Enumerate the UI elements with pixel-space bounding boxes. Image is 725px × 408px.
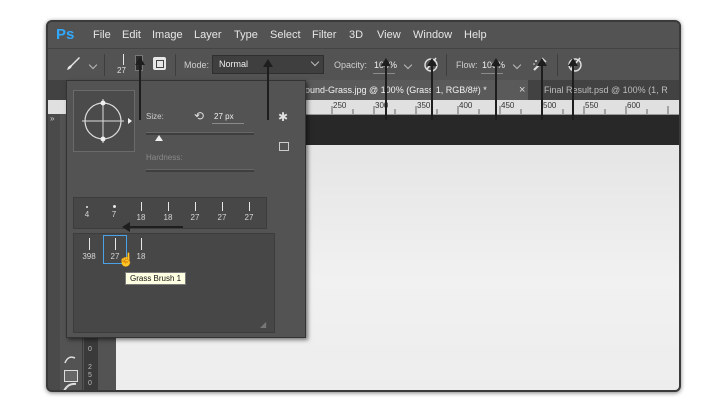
blend-mode-value: Normal — [219, 59, 249, 69]
annotation-arrow — [381, 58, 391, 120]
tab-close-icon[interactable]: × — [519, 80, 529, 100]
brush-size-readout: 27 — [117, 66, 126, 75]
menu-bar: Ps File Edit Image Layer Type Select Fil… — [48, 22, 679, 48]
brush-angle-preview[interactable] — [73, 90, 135, 152]
menu-3d[interactable]: 3D — [349, 29, 363, 41]
flow-underline — [481, 73, 503, 74]
vruler-mark: 2 — [88, 364, 92, 371]
hardness-slider-track[interactable] — [146, 169, 254, 172]
brush-presets-custom: 398 27 18 ☝ Grass Brush 1 ◢ — [73, 233, 275, 333]
menu-image[interactable]: Image — [152, 29, 183, 41]
ruler-mark: 500 — [543, 101, 557, 110]
annotation-arrow — [491, 58, 501, 120]
menu-view[interactable]: View — [377, 29, 401, 41]
menu-type[interactable]: Type — [234, 29, 258, 41]
size-underline — [212, 123, 244, 124]
photoshop-window: Ps File Edit Image Layer Type Select Fil… — [46, 20, 681, 392]
brush-tip-preview — [123, 54, 124, 65]
tab-active-document[interactable]: ckground-Grass.jpg @ 100% (Grass 1, RGB/… — [288, 80, 528, 100]
flow-label: Flow: — [456, 60, 478, 70]
separator — [175, 54, 176, 76]
gear-icon[interactable]: ✱ — [278, 110, 288, 124]
brush-preset-popup: Size: ⟲ 27 px Hardness: ✱ 4 7 18 18 27 2… — [66, 80, 306, 338]
ps-logo: Ps — [56, 26, 75, 43]
brush-panel-toggle-icon[interactable] — [153, 57, 166, 70]
brush-preset[interactable]: 398 — [78, 236, 100, 261]
resize-grip-icon[interactable]: ◢ — [260, 320, 266, 329]
vruler-mark: 0 — [88, 346, 92, 353]
hardness-label: Hardness: — [146, 153, 183, 162]
tab-active-title: ckground-Grass.jpg @ 100% (Grass 1, RGB/… — [288, 85, 487, 95]
ruler-mark: 400 — [459, 101, 473, 110]
brush-presets-row1: 4 7 18 18 27 27 27 — [73, 197, 267, 229]
vruler-mark: 0 — [88, 380, 92, 387]
size-slider-handle[interactable] — [155, 135, 163, 141]
annotation-arrow — [263, 59, 273, 120]
menu-filter[interactable]: Filter — [312, 29, 336, 41]
ruler-mark: 600 — [627, 101, 641, 110]
separator — [557, 54, 558, 76]
annotation-arrow — [122, 222, 183, 232]
annotation-arrow — [568, 58, 578, 120]
options-bar: 27 Mode: Normal Opacity: 100% Flow: 100% — [48, 48, 679, 82]
brush-preset[interactable]: 7 — [103, 200, 125, 219]
annotation-arrow — [427, 58, 437, 120]
brush-preset[interactable]: 18 — [157, 200, 179, 222]
tab-inactive-title: Final Result.psd @ 100% (1, R — [544, 85, 668, 95]
opacity-label: Opacity: — [334, 60, 368, 70]
menu-help[interactable]: Help — [464, 29, 487, 41]
ruler-mark: 250 — [333, 101, 347, 110]
opacity-dropdown[interactable] — [403, 60, 413, 70]
mode-label: Mode: — [184, 60, 210, 70]
brush-angle-roundness-icon[interactable] — [74, 91, 134, 151]
separator — [104, 54, 105, 76]
brush-preset[interactable]: 18 — [130, 200, 152, 222]
history-brush-icon[interactable] — [62, 352, 80, 366]
screen-mode-icon[interactable] — [62, 382, 80, 392]
new-preset-icon[interactable] — [279, 142, 289, 151]
vruler-mark: 5 — [88, 372, 92, 379]
separator — [446, 54, 447, 76]
brush-preset[interactable]: 27 — [211, 200, 233, 222]
annotation-arrow — [135, 57, 145, 120]
brush-preset[interactable]: 27 — [238, 200, 260, 222]
brush-tool-icon[interactable] — [64, 55, 82, 73]
tool-preset-dropdown[interactable] — [88, 60, 98, 70]
tab-inactive-document[interactable]: Final Result.psd @ 100% (1, R — [544, 80, 679, 100]
brush-tooltip: Grass Brush 1 — [125, 272, 187, 285]
menu-select[interactable]: Select — [270, 29, 301, 41]
reset-size-icon[interactable]: ⟲ — [194, 109, 204, 123]
menu-edit[interactable]: Edit — [122, 29, 141, 41]
menu-layer[interactable]: Layer — [194, 29, 222, 41]
quick-mask-icon[interactable] — [64, 370, 78, 382]
size-value[interactable]: 27 px — [214, 112, 234, 121]
hand-cursor-icon: ☝ — [118, 252, 135, 267]
ruler-mark: 350 — [417, 101, 431, 110]
menu-file[interactable]: File — [93, 29, 111, 41]
collapse-arrows-icon[interactable]: » — [50, 114, 54, 123]
chevron-down-icon — [310, 57, 320, 67]
annotation-arrow — [537, 58, 547, 120]
size-label: Size: — [146, 112, 164, 121]
brush-preset-picker[interactable]: 27 — [112, 53, 136, 79]
flow-dropdown[interactable] — [512, 60, 522, 70]
brush-preset[interactable]: 27 — [184, 200, 206, 222]
ruler-mark: 550 — [585, 101, 599, 110]
menu-window[interactable]: Window — [413, 29, 452, 41]
opacity-underline — [373, 73, 395, 74]
ruler-mark: 450 — [501, 101, 515, 110]
brush-preset[interactable]: 4 — [76, 200, 98, 219]
panel-collapse-strip[interactable]: » — [48, 114, 60, 390]
